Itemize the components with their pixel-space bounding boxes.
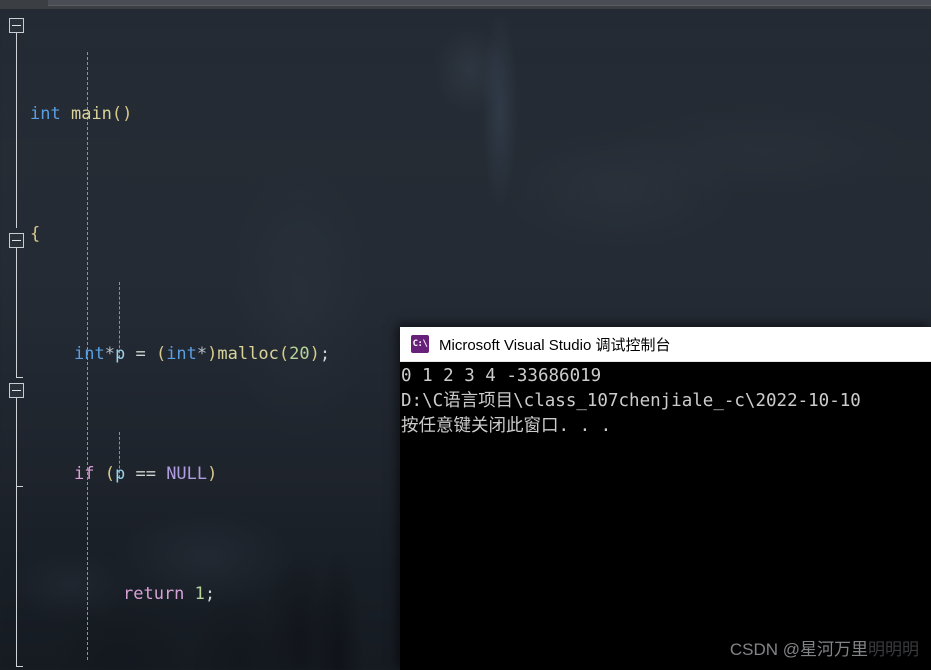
token-semicolon: ; bbox=[319, 344, 331, 364]
token-keyword: int bbox=[166, 344, 197, 364]
code-line[interactable]: if (p == NULL) bbox=[0, 459, 330, 489]
code-line[interactable]: { bbox=[0, 219, 330, 249]
token-paren: ( bbox=[278, 344, 290, 364]
token-operator: * bbox=[196, 344, 208, 364]
token-macro-null: NULL bbox=[166, 464, 208, 484]
token-paren: ) bbox=[207, 464, 218, 484]
token-number: 20 bbox=[289, 344, 310, 364]
token-operator: == bbox=[125, 464, 167, 484]
token-keyword-return: return bbox=[123, 584, 185, 604]
code-line[interactable]: return 1; bbox=[0, 579, 330, 609]
console-window-title: Microsoft Visual Studio 调试控制台 bbox=[439, 336, 671, 354]
token-paren: ( bbox=[104, 464, 115, 484]
token-operator: = bbox=[125, 344, 156, 364]
token-number: 1 bbox=[194, 584, 205, 604]
token-paren: () bbox=[111, 104, 133, 124]
code-area[interactable]: int main() { int*p = (int*)malloc(20); i… bbox=[0, 9, 330, 670]
token-identifier-p: p bbox=[114, 344, 126, 364]
code-line[interactable]: int*p = (int*)malloc(20); bbox=[0, 339, 330, 369]
token-keyword-if: if bbox=[74, 464, 95, 484]
visual-studio-console-icon: C:\ bbox=[411, 335, 429, 353]
debug-console-window[interactable]: C:\ Microsoft Visual Studio 调试控制台 0 1 2 … bbox=[400, 327, 931, 670]
code-line[interactable]: int main() bbox=[0, 99, 330, 129]
token-paren: ) bbox=[309, 344, 320, 364]
token-operator: * bbox=[104, 344, 115, 364]
console-output-line: 按任意键关闭此窗口. . . bbox=[401, 416, 612, 436]
token-paren: ( bbox=[155, 344, 167, 364]
token-identifier-p: p bbox=[114, 464, 126, 484]
token-brace-open: { bbox=[30, 224, 41, 244]
console-icon-label: C:\ bbox=[412, 338, 428, 349]
editor-top-strip bbox=[0, 0, 931, 9]
editor-top-strip-inner bbox=[48, 0, 931, 6]
token-keyword: int bbox=[30, 104, 61, 124]
console-output-area[interactable]: 0 1 2 3 4 -33686019 D:\C语言项目\class_107ch… bbox=[400, 362, 931, 670]
visual-studio-window: int main() { int*p = (int*)malloc(20); i… bbox=[0, 0, 931, 670]
token-function-main: main bbox=[70, 104, 112, 124]
console-title-bar[interactable]: C:\ Microsoft Visual Studio 调试控制台 bbox=[400, 327, 931, 362]
token-keyword: int bbox=[74, 344, 105, 364]
token-function-malloc: malloc bbox=[217, 344, 279, 364]
token-semicolon: ; bbox=[204, 584, 216, 604]
console-output-line: D:\C语言项目\class_107chenjiale_-c\2022-10-1… bbox=[401, 391, 861, 411]
console-output-line: 0 1 2 3 4 -33686019 bbox=[401, 366, 602, 386]
token-paren: ) bbox=[207, 344, 218, 364]
